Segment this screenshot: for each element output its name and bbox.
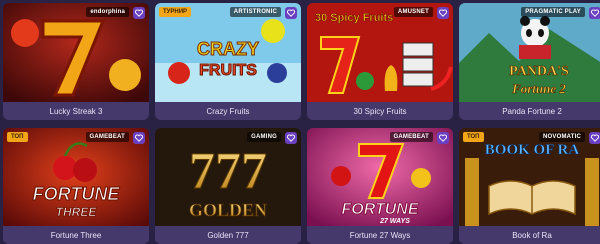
- game-card-book-of-ra[interactable]: BOOK OF RA ТОП NOVOMATIC Book of Ra: [459, 128, 600, 244]
- game-title: Book of Ra: [459, 226, 600, 244]
- game-card-panda-fortune-2[interactable]: PANDA'S Fortune 2 PRAGMATIC PLAY Panda F…: [459, 3, 600, 120]
- svg-text:30 Spicy Fruits: 30 Spicy Fruits: [315, 12, 393, 24]
- favorite-button[interactable]: [437, 7, 449, 19]
- game-card-golden-777[interactable]: 777 GOLDEN GAMING Golden 777: [155, 128, 301, 244]
- game-card-fortune-three[interactable]: FORTUNE THREE ТОП GAMEBEAT Fortune Three: [3, 128, 149, 244]
- heart-icon: [591, 134, 599, 142]
- game-thumbnail: FORTUNE THREE: [3, 128, 149, 227]
- game-card-crazy-fruits[interactable]: CRAZY FRUITS ТУРНИР ARTISTRONIC Crazy Fr…: [155, 3, 301, 120]
- favorite-button[interactable]: [589, 132, 600, 144]
- games-grid: endorphina Lucky Streak 3 CRAZY FRUITS Т…: [0, 0, 600, 244]
- game-title: Fortune 27 Ways: [307, 226, 453, 244]
- game-thumbnail: 30 Spicy Fruits: [307, 3, 453, 102]
- provider-label: GAMEBEAT: [389, 132, 433, 142]
- favorite-button[interactable]: [285, 132, 297, 144]
- heart-icon: [287, 134, 295, 142]
- favorite-button[interactable]: [437, 132, 449, 144]
- game-title: Fortune Three: [3, 226, 149, 244]
- svg-text:GOLDEN: GOLDEN: [189, 200, 267, 220]
- heart-icon: [439, 9, 447, 17]
- game-card-30-spicy-fruits[interactable]: 30 Spicy Fruits AMUSNET 30 Spicy Fruits: [307, 3, 453, 120]
- tournament-badge: ТУРНИР: [159, 7, 192, 17]
- favorite-button[interactable]: [133, 7, 145, 19]
- game-thumbnail: BOOK OF RA: [459, 128, 600, 227]
- game-title: Lucky Streak 3: [3, 102, 149, 120]
- svg-text:777: 777: [189, 143, 267, 200]
- game-thumbnail: FORTUNE 27 WAYS: [307, 128, 453, 227]
- game-title: Panda Fortune 2: [459, 102, 600, 120]
- provider-label: endorphina: [86, 7, 129, 17]
- svg-text:FORTUNE: FORTUNE: [341, 201, 419, 218]
- game-thumbnail: 777 GOLDEN: [155, 128, 301, 227]
- heart-icon: [591, 9, 599, 17]
- game-title: Golden 777: [155, 226, 301, 244]
- provider-label: PRAGMATIC PLAY: [521, 7, 585, 17]
- favorite-button[interactable]: [133, 132, 145, 144]
- svg-text:FORTUNE: FORTUNE: [33, 184, 121, 204]
- heart-icon: [135, 9, 143, 17]
- game-card-lucky-streak-3[interactable]: endorphina Lucky Streak 3: [3, 3, 149, 120]
- provider-label: GAMING: [247, 132, 281, 142]
- svg-text:BOOK OF RA: BOOK OF RA: [485, 142, 580, 158]
- svg-text:27 WAYS: 27 WAYS: [379, 218, 410, 225]
- top-badge: ТОП: [463, 132, 484, 142]
- svg-text:THREE: THREE: [56, 205, 98, 219]
- game-thumbnail: [3, 3, 149, 102]
- favorite-button[interactable]: [285, 7, 297, 19]
- svg-text:FRUITS: FRUITS: [199, 62, 257, 79]
- provider-label: AMUSNET: [393, 7, 433, 17]
- provider-label: NOVOMATIC: [538, 132, 585, 142]
- game-title: 30 Spicy Fruits: [307, 102, 453, 120]
- game-thumbnail: PANDA'S Fortune 2: [459, 3, 600, 102]
- svg-text:Fortune 2: Fortune 2: [511, 81, 566, 96]
- heart-icon: [439, 134, 447, 142]
- game-card-fortune-27-ways[interactable]: FORTUNE 27 WAYS GAMEBEAT Fortune 27 Ways: [307, 128, 453, 244]
- heart-icon: [135, 134, 143, 142]
- provider-label: ARTISTRONIC: [229, 7, 281, 17]
- top-badge: ТОП: [7, 132, 28, 142]
- game-title: Crazy Fruits: [155, 102, 301, 120]
- provider-label: GAMEBEAT: [85, 132, 129, 142]
- svg-text:PANDA'S: PANDA'S: [509, 64, 569, 79]
- favorite-button[interactable]: [589, 7, 600, 19]
- svg-text:CRAZY: CRAZY: [197, 39, 259, 59]
- heart-icon: [287, 9, 295, 17]
- game-thumbnail: CRAZY FRUITS: [155, 3, 301, 102]
